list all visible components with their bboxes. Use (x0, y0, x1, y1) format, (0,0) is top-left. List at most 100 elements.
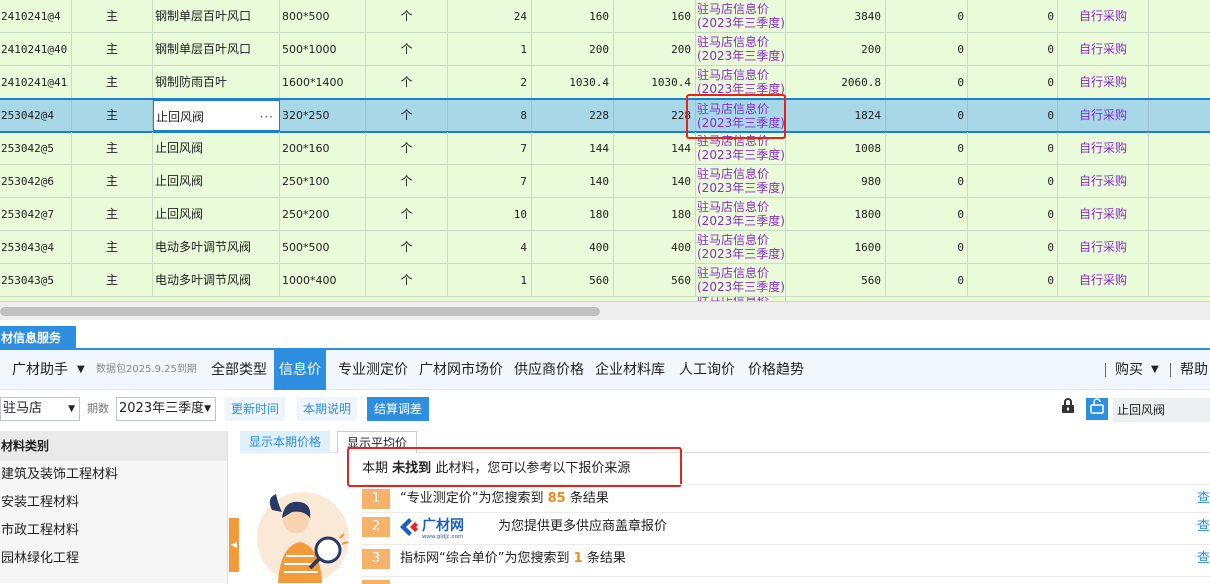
buy-cell[interactable]: 自行采购 (1058, 33, 1149, 65)
unit-cell[interactable]: 个 (366, 0, 448, 32)
result-item-3[interactable]: 3 指标网“综合单价”为您搜索到 1 条结果 查 (362, 544, 1210, 572)
code-cell[interactable]: 2410241@41 (0, 66, 72, 98)
price2-cell[interactable]: 140 (614, 165, 696, 197)
tab-all-types[interactable]: 全部类型 (206, 350, 272, 390)
type-cell[interactable]: 主 (72, 231, 153, 263)
z1-cell[interactable]: 0 (886, 198, 968, 230)
buy-cell[interactable]: 自行采购 (1058, 231, 1149, 263)
price1-cell[interactable]: 1030.4 (532, 66, 614, 98)
spec-cell[interactable]: 250*200 (280, 198, 366, 230)
type-cell[interactable]: 主 (72, 33, 153, 65)
amount-cell[interactable]: 1600 (786, 231, 886, 263)
amount-cell[interactable]: 980 (786, 165, 886, 197)
price2-cell[interactable]: 180 (614, 198, 696, 230)
result-item-1[interactable]: 1 “专业测定价”为您搜索到 85 条结果 查 (362, 484, 1210, 512)
z1-cell[interactable]: 0 (886, 33, 968, 65)
table-row[interactable]: 253042@7 主止回风阀 250*200 个 10 180 180 驻马店信息价 (2023… (0, 198, 1210, 231)
type-cell[interactable]: 主 (72, 264, 153, 296)
buy-caret-icon[interactable]: ▼ (1151, 350, 1159, 390)
price1-cell[interactable]: 200 (532, 33, 614, 65)
category-item-installation[interactable]: 安装工程材料 (0, 489, 227, 517)
code-cell[interactable]: 2410241@4 (0, 0, 72, 32)
type-cell[interactable]: 主 (72, 198, 153, 230)
type-cell[interactable]: 主 (72, 100, 153, 131)
amount-cell[interactable]: 1800 (786, 198, 886, 230)
tab-professional-price[interactable]: 专业测定价 (333, 350, 413, 390)
type-cell[interactable]: 主 (72, 66, 153, 98)
z2-cell[interactable]: 0 (968, 264, 1058, 296)
amount-cell[interactable]: 1008 (786, 132, 886, 164)
price1-cell[interactable]: 144 (532, 132, 614, 164)
table-row[interactable]: 2410241@4 主钢制单层百叶风口 800*500 个 24 160 160 驻马店信息价… (0, 0, 1210, 33)
price-source-cell[interactable]: 驻马店信息价 (2023年三季度) (696, 198, 786, 230)
unit-cell[interactable]: 个 (366, 66, 448, 98)
spec-cell[interactable]: 500*500 (280, 231, 366, 263)
period-note-button[interactable]: 本期说明 (297, 397, 358, 421)
name-cell[interactable]: 电动多叶调节风阀 (153, 231, 280, 263)
price2-cell[interactable]: 400 (614, 231, 696, 263)
unit-cell[interactable]: 个 (366, 264, 448, 296)
period-select[interactable]: 2023年三季度 ▼ (116, 397, 216, 421)
name-cell[interactable]: 钢制单层百叶风口 (153, 0, 280, 32)
amount-cell[interactable]: 200 (786, 33, 886, 65)
z2-cell[interactable]: 0 (968, 66, 1058, 98)
price-source-cell[interactable]: 驻马店信息价 (2023年三季度) (696, 165, 786, 197)
panel-title-tab[interactable]: 材信息服务 (0, 326, 76, 350)
spec-cell[interactable]: 800*500 (280, 0, 366, 32)
tab-info-price[interactable]: 信息价 (274, 350, 326, 390)
region-select[interactable]: 驻马店 ▼ (0, 397, 80, 421)
code-cell[interactable]: 253042@6 (0, 165, 72, 197)
category-item-municipal[interactable]: 市政工程材料 (0, 517, 227, 545)
name-cell[interactable]: 钢制防雨百叶 (153, 66, 280, 98)
buy-cell[interactable]: 自行采购 (1058, 198, 1149, 230)
help-link[interactable]: 帮助 (1180, 350, 1208, 390)
tab-supplier-price[interactable]: 供应商价格 (509, 350, 589, 390)
table-row[interactable]: 253043@5 主电动多叶调节风阀 1000*400 个 1 560 560 驻马店信息价(… (0, 264, 1210, 297)
z1-cell[interactable]: 0 (886, 66, 968, 98)
buy-cell[interactable]: 自行采购 (1058, 0, 1149, 32)
collapse-panel-handle[interactable]: ◀ (229, 518, 239, 572)
z2-cell[interactable]: 0 (968, 132, 1058, 164)
unit-cell[interactable]: 个 (366, 165, 448, 197)
tab-market-price[interactable]: 广材网市场价 (414, 350, 508, 390)
price2-cell[interactable]: 144 (614, 132, 696, 164)
name-cell[interactable]: 止回风阀 (153, 198, 280, 230)
spec-cell[interactable]: 200*160 (280, 132, 366, 164)
name-editor-value[interactable]: 止回风阀 (156, 110, 204, 124)
view-result-link[interactable]: 查 (1197, 545, 1210, 573)
more-options-icon[interactable]: ··· (260, 101, 274, 130)
qty-cell[interactable]: 1 (448, 264, 532, 296)
update-time-button[interactable]: 更新时间 (225, 397, 286, 421)
settle-diff-button[interactable]: 结算调差 (367, 397, 430, 421)
buy-menu[interactable]: 购买 (1115, 350, 1143, 390)
category-item-building[interactable]: 建筑及装饰工程材料 (0, 461, 227, 489)
table-row[interactable]: 253042@4 主止回风阀 ··· 320*250 个 8 228 228 驻马店信息价 (20… (0, 98, 1210, 133)
amount-cell[interactable]: 560 (786, 264, 886, 296)
buy-cell[interactable]: 自行采购 (1058, 100, 1149, 131)
code-cell[interactable]: 253043@4 (0, 231, 72, 263)
type-cell[interactable]: 主 (72, 165, 153, 197)
assistant-menu[interactable]: 广材助手 (12, 350, 68, 390)
price1-cell[interactable]: 400 (532, 231, 614, 263)
qty-cell[interactable]: 4 (448, 231, 532, 263)
name-cell[interactable]: 钢制单层百叶风口 (153, 33, 280, 65)
table-row[interactable]: 2410241@40 主钢制单层百叶风口 500*1000 个 1 200 200 驻马店信息… (0, 33, 1210, 66)
z1-cell[interactable]: 0 (886, 264, 968, 296)
qty-cell[interactable]: 10 (448, 198, 532, 230)
tab-current-price[interactable]: 显示本期价格 (240, 431, 331, 453)
name-cell[interactable]: 止回风阀 (153, 165, 280, 197)
result-item-4-partial[interactable] (362, 576, 1210, 584)
unlock-icon[interactable] (1086, 398, 1108, 420)
buy-cell[interactable]: 自行采购 (1058, 264, 1149, 296)
z1-cell[interactable]: 0 (886, 100, 968, 131)
price-source-cell[interactable]: 驻马店信息价 (2023年三季度) (696, 231, 786, 263)
table-row[interactable]: 253043@4 主电动多叶调节风阀 500*500 个 4 400 400 驻马店信息价 (2… (0, 231, 1210, 264)
horizontal-scrollbar[interactable] (0, 302, 1210, 320)
result-item-2[interactable]: 2 广材网 www.gldjc.com 为您提供更多供应商盖章报价 查 (362, 512, 1210, 540)
z1-cell[interactable]: 0 (886, 231, 968, 263)
price1-cell[interactable]: 180 (532, 198, 614, 230)
code-cell[interactable]: 253042@7 (0, 198, 72, 230)
amount-cell[interactable]: 2060.8 (786, 66, 886, 98)
view-result-link[interactable]: 查 (1197, 485, 1210, 513)
z2-cell[interactable]: 0 (968, 198, 1058, 230)
